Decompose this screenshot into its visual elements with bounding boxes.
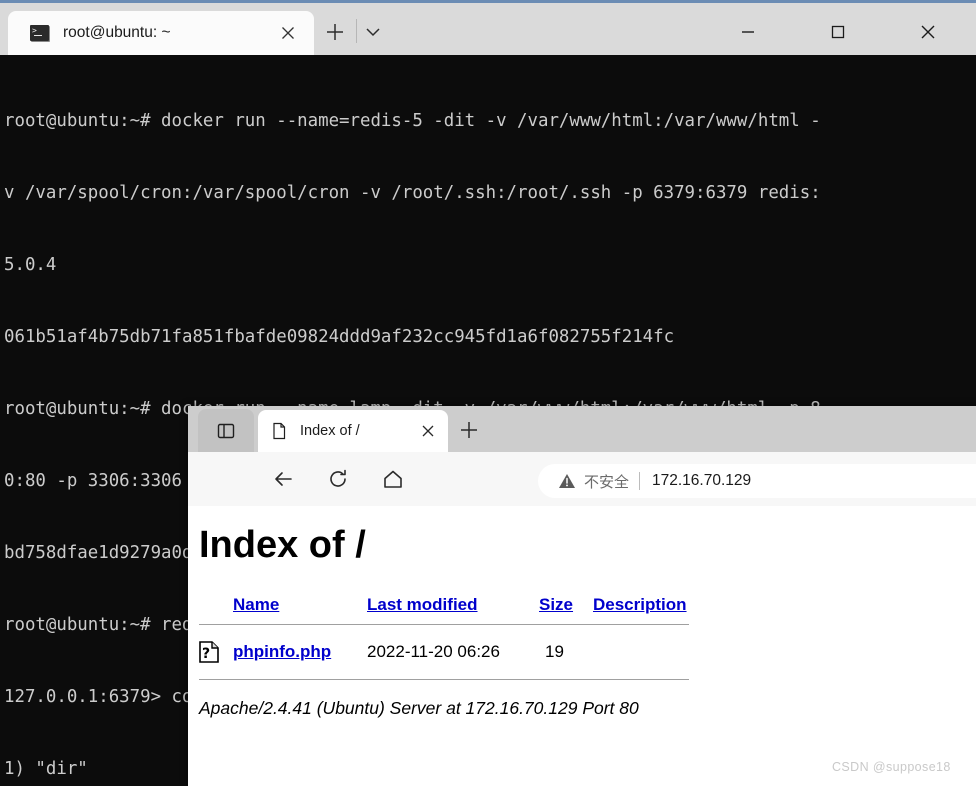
window-close-button[interactable] [900, 6, 956, 58]
browser-tab-title: Index of / [300, 423, 360, 439]
terminal-tab[interactable]: root@ubuntu: ~ [8, 11, 314, 55]
terminal-line: 061b51af4b75db71fa851fbafde09824ddd9af23… [4, 327, 675, 347]
new-tab-button[interactable] [456, 417, 482, 443]
address-bar[interactable]: 不安全 172.16.70.129 [538, 464, 976, 498]
browser-window: Index of / 不安全 172.16.70.129 Index of / … [188, 406, 976, 786]
terminal-line: 5.0.4 [4, 255, 57, 275]
unknown-file-icon: ? [199, 641, 233, 663]
sort-by-modified-link[interactable]: Last modified [367, 595, 478, 614]
row-modified-cell: 2022-11-20 06:26 [367, 642, 500, 661]
new-tab-button[interactable] [322, 19, 348, 45]
table-header-row: Name Last modified Size Description [199, 595, 689, 615]
omnibox-divider [639, 472, 641, 490]
sort-by-description-link[interactable]: Description [593, 595, 687, 614]
url-text[interactable]: 172.16.70.129 [652, 472, 751, 490]
row-icon-cell: ? [199, 637, 233, 667]
svg-text:?: ? [202, 646, 210, 662]
column-icon [199, 595, 233, 615]
terminal-tab-title: root@ubuntu: ~ [63, 24, 171, 41]
row-size-cell: 19 [545, 642, 564, 661]
terminal-titlebar: root@ubuntu: ~ [0, 3, 976, 55]
page-content: Index of / Name Last modified Size Descr… [188, 506, 976, 786]
table-rule-row [199, 615, 689, 637]
table-row: ? phpinfo.php 2022-11-20 06:26 19 [199, 637, 689, 667]
terminal-line: v /var/spool/cron:/var/spool/cron -v /ro… [4, 183, 821, 203]
column-description: Description [593, 595, 689, 615]
terminal-line: root@ubuntu:~# docker run --name=redis-5… [4, 111, 821, 131]
column-name: Name [233, 595, 367, 615]
browser-tab[interactable]: Index of / [258, 410, 448, 452]
chevron-down-icon[interactable] [360, 21, 386, 43]
horizontal-rule [199, 679, 689, 680]
maximize-button[interactable] [810, 6, 866, 58]
home-button[interactable] [376, 462, 410, 496]
browser-toolbar: 不安全 172.16.70.129 [188, 452, 976, 506]
close-icon[interactable] [418, 421, 438, 441]
toolbar-divider [356, 19, 357, 43]
sidebar-panel-icon[interactable] [198, 409, 254, 452]
table-rule-row [199, 667, 689, 680]
reload-button[interactable] [321, 462, 355, 496]
close-icon[interactable] [278, 23, 298, 43]
horizontal-rule [199, 624, 689, 625]
directory-listing-table: Name Last modified Size Description ? ph… [199, 595, 689, 680]
server-signature: Apache/2.4.41 (Ubuntu) Server at 172.16.… [199, 698, 639, 718]
page-document-icon [270, 422, 288, 440]
minimize-button[interactable] [720, 6, 776, 58]
page-title: Index of / [199, 524, 366, 566]
row-name-cell: phpinfo.php [233, 637, 367, 667]
security-status-label: 不安全 [584, 472, 630, 491]
sort-by-size-link[interactable]: Size [539, 595, 573, 614]
back-button[interactable] [266, 462, 300, 496]
terminal-icon [30, 25, 49, 41]
file-link[interactable]: phpinfo.php [233, 642, 331, 661]
watermark: CSDN @suppose18 [832, 760, 951, 774]
sort-by-name-link[interactable]: Name [233, 595, 279, 614]
column-last-modified: Last modified [367, 595, 539, 615]
row-description-cell [593, 637, 689, 667]
column-size: Size [539, 595, 593, 615]
warning-triangle-icon[interactable] [558, 472, 576, 490]
browser-tabstrip: Index of / [188, 406, 976, 452]
screen-root: root@ubuntu: ~ [0, 0, 976, 786]
